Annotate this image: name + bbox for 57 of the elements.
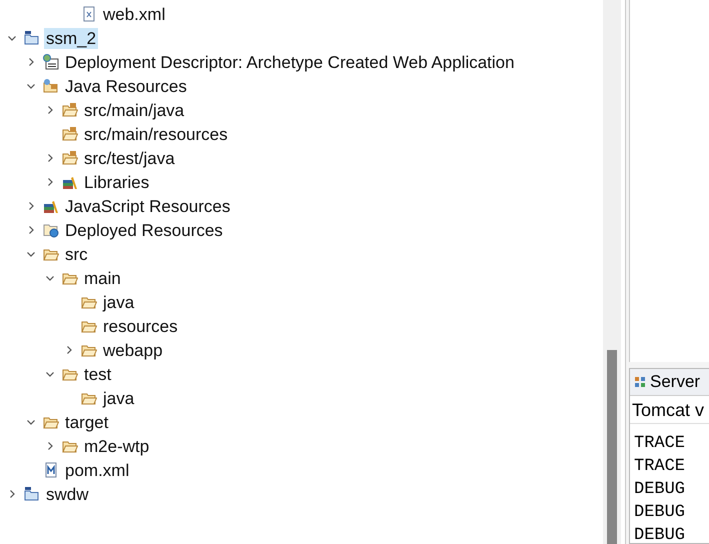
chevron-down-icon[interactable] bbox=[26, 81, 36, 91]
tab-label: Server bbox=[650, 372, 700, 392]
tree-item[interactable]: Deployment Descriptor: Archetype Created Web Application bbox=[63, 52, 516, 72]
chevron-right-icon[interactable] bbox=[26, 225, 36, 235]
xml-file-icon bbox=[81, 6, 97, 22]
books-icon bbox=[43, 198, 59, 214]
console-line: DEBUG bbox=[634, 479, 686, 501]
server-row[interactable]: Tomcat v bbox=[630, 396, 709, 424]
tree-item[interactable]: m2e-wtp bbox=[82, 436, 152, 456]
tree-item[interactable]: main bbox=[82, 268, 123, 288]
java-resources-icon bbox=[43, 78, 59, 94]
servers-icon bbox=[634, 376, 646, 388]
folder-globe-icon bbox=[43, 222, 59, 238]
tree-item[interactable]: JavaScript Resources bbox=[63, 196, 232, 216]
chevron-right-icon[interactable] bbox=[7, 489, 17, 499]
chevron-down-icon[interactable] bbox=[7, 33, 17, 43]
chevron-right-icon[interactable] bbox=[64, 345, 74, 355]
descriptor-icon bbox=[43, 54, 59, 70]
tree-item[interactable]: target bbox=[63, 412, 110, 432]
chevron-down-icon[interactable] bbox=[45, 273, 55, 283]
chevron-down-icon[interactable] bbox=[26, 249, 36, 259]
package-folder-icon bbox=[62, 150, 78, 166]
console-line: TRACE bbox=[634, 433, 686, 455]
project-icon bbox=[24, 486, 40, 502]
tree-item[interactable]: Deployed Resources bbox=[63, 220, 225, 240]
console-line: TRACE bbox=[634, 456, 686, 478]
project-icon bbox=[24, 30, 40, 46]
chevron-right-icon[interactable] bbox=[26, 57, 36, 67]
tree-item[interactable]: swdw bbox=[44, 484, 91, 504]
tree-item[interactable]: test bbox=[82, 364, 114, 384]
tree-item[interactable]: pom.xml bbox=[63, 460, 132, 480]
scrollbar-thumb[interactable] bbox=[607, 350, 617, 544]
chevron-right-icon[interactable] bbox=[45, 153, 55, 163]
maven-file-icon bbox=[43, 462, 59, 478]
tree-item[interactable]: java bbox=[101, 388, 136, 408]
chevron-down-icon[interactable] bbox=[45, 369, 55, 379]
tree-item[interactable]: Java Resources bbox=[63, 76, 189, 96]
package-folder-icon bbox=[62, 126, 78, 142]
tree-item[interactable]: java bbox=[101, 292, 136, 312]
chevron-right-icon[interactable] bbox=[45, 105, 55, 115]
books-icon bbox=[62, 174, 78, 190]
tree-item[interactable]: src/main/resources bbox=[82, 124, 230, 144]
console-line: DEBUG bbox=[634, 502, 686, 524]
tree-item[interactable]: web.xml bbox=[101, 4, 168, 24]
console-line: DEBUG bbox=[634, 525, 686, 543]
tree-item[interactable]: src/main/java bbox=[82, 100, 186, 120]
chevron-right-icon[interactable] bbox=[45, 441, 55, 451]
tree-item[interactable]: webapp bbox=[101, 340, 165, 360]
tree-item[interactable]: ssm_2 bbox=[44, 28, 98, 48]
tree-item[interactable]: Libraries bbox=[82, 172, 152, 192]
tree-item[interactable]: resources bbox=[101, 316, 180, 336]
tree-item[interactable]: src bbox=[63, 244, 90, 264]
package-folder-icon bbox=[62, 102, 78, 118]
tree-item[interactable]: src/test/java bbox=[82, 148, 177, 168]
chevron-right-icon[interactable] bbox=[26, 201, 36, 211]
chevron-right-icon[interactable] bbox=[45, 177, 55, 187]
chevron-down-icon[interactable] bbox=[26, 417, 36, 427]
